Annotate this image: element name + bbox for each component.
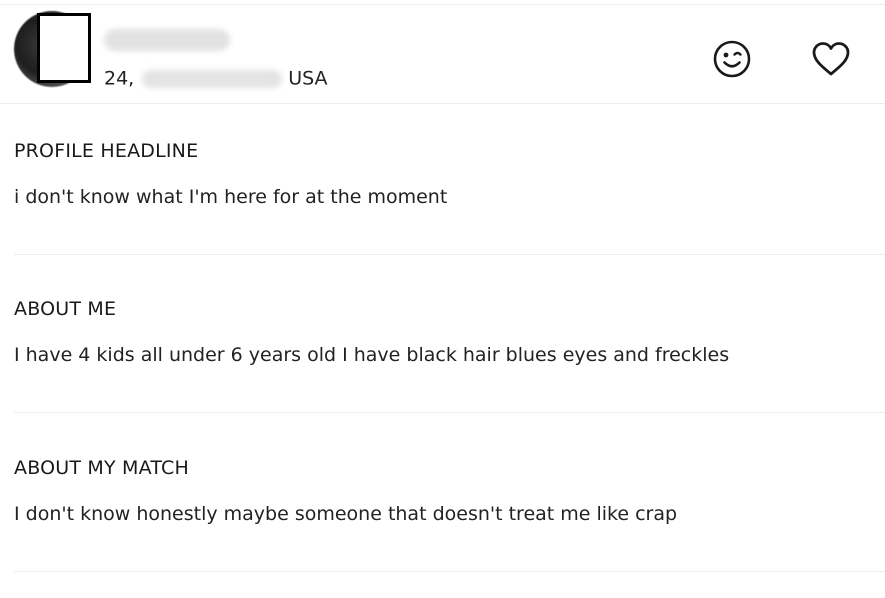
section-text: I don't know honestly maybe someone that… (14, 503, 678, 525)
profile-location: 24, USA (104, 66, 328, 91)
favorite-button[interactable] (809, 37, 853, 81)
section-text: i don't know what I'm here for at the mo… (14, 186, 448, 208)
username-redacted (104, 29, 230, 51)
section-heading: ABOUT MY MATCH (14, 457, 190, 479)
section-heading: PROFILE HEADLINE (14, 140, 199, 162)
profile-country: USA (288, 67, 328, 90)
section-divider (14, 254, 885, 255)
section-divider (14, 412, 885, 413)
avatar-redaction-box (37, 13, 91, 83)
section-profile-headline: PROFILE HEADLINE i don't know what I'm h… (14, 139, 885, 209)
section-divider (14, 571, 885, 572)
wink-face-icon (713, 40, 751, 78)
section-about-my-match: ABOUT MY MATCH I don't know honestly may… (14, 456, 885, 526)
profile-age: 24, (104, 67, 135, 90)
heart-icon (812, 42, 850, 76)
profile-header: 24, USA (0, 5, 885, 104)
wink-button[interactable] (710, 37, 754, 81)
section-text: I have 4 kids all under 6 years old I ha… (14, 344, 730, 366)
section-heading: ABOUT ME (14, 298, 117, 320)
section-about-me: ABOUT ME I have 4 kids all under 6 years… (14, 297, 885, 367)
city-redacted (142, 69, 283, 88)
